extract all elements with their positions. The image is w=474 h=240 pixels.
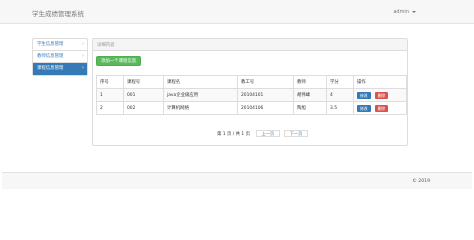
column-header: 教师 (293, 75, 327, 89)
column-header: 操作 (353, 75, 407, 89)
sidebar-item-course[interactable]: 课程信息管理 › (33, 63, 87, 75)
cell-credit: 3.5 (326, 101, 354, 115)
sidebar-item-label: 课程信息管理 (37, 66, 64, 71)
user-name: admin (393, 9, 409, 15)
cell-actions: 修改 删除 (353, 88, 407, 102)
prev-page-button[interactable]: 上一页 (255, 130, 281, 137)
cell-teacher-no: 20104106 (237, 101, 294, 115)
cell-actions: 修改 删除 (353, 101, 407, 115)
copyright-text: © 2019 (412, 179, 430, 184)
top-navbar: 学生成绩管理系统 admin (0, 0, 474, 24)
sidebar-item-label: 学生信息管理 (37, 42, 64, 47)
chevron-right-icon: › (82, 53, 84, 59)
column-header: 课程号 (123, 75, 164, 89)
next-page-button[interactable]: 下一页 (283, 130, 309, 137)
column-header: 课程名 (163, 75, 238, 89)
edit-button[interactable]: 修改 (357, 104, 371, 112)
caret-down-icon (412, 10, 416, 13)
user-menu[interactable]: admin (393, 9, 416, 15)
content-panel: 详细内容 添加一个课程信息 序号 课程号 课程名 教工号 教师 学分 操作 1 … (92, 38, 408, 146)
cell-course-no: 001 (123, 88, 164, 102)
footer: © 2019 (2, 172, 472, 189)
cell-course-name: 计算机网络 (163, 101, 238, 115)
column-header: 学分 (326, 75, 354, 89)
chevron-right-icon: › (82, 65, 84, 71)
sidebar-item-student[interactable]: 学生信息管理 › (33, 39, 87, 51)
cell-teacher: 陶旭 (293, 101, 327, 115)
table-header-row: 序号 课程号 课程名 教工号 教师 学分 操作 (96, 75, 407, 89)
cell-course-no: 002 (123, 101, 164, 115)
course-table: 序号 课程号 课程名 教工号 教师 学分 操作 1 001 java企业级应用 … (96, 75, 407, 115)
cell-teacher-no: 20104101 (237, 88, 294, 102)
delete-button[interactable]: 删除 (374, 91, 389, 99)
column-header: 序号 (96, 75, 124, 89)
panel-heading: 详细内容 (93, 39, 407, 51)
cell-index: 2 (96, 101, 124, 115)
sidebar-item-label: 教师信息管理 (37, 54, 64, 59)
delete-button[interactable]: 删除 (374, 104, 389, 112)
column-header: 教工号 (237, 75, 294, 89)
table-row: 2 002 计算机网络 20104106 陶旭 3.5 修改 删除 (96, 101, 407, 115)
app-brand[interactable]: 学生成绩管理系统 (32, 8, 84, 18)
cell-course-name: java企业级应用 (163, 88, 238, 102)
cell-teacher: 胡伟峰 (293, 88, 327, 102)
sidebar-item-teacher[interactable]: 教师信息管理 › (33, 51, 87, 63)
edit-button[interactable]: 修改 (357, 91, 371, 99)
cell-credit: 4 (326, 88, 354, 102)
add-course-button[interactable]: 添加一个课程信息 (96, 56, 142, 66)
page-info: 第 1 页 / 共 1 页 (217, 131, 251, 137)
chevron-right-icon: › (82, 41, 84, 47)
sidebar: 学生信息管理 › 教师信息管理 › 课程信息管理 › (32, 38, 88, 76)
cell-index: 1 (96, 88, 124, 102)
table-row: 1 001 java企业级应用 20104101 胡伟峰 4 修改 删除 (96, 88, 407, 102)
pagination: 第 1 页 / 共 1 页 上一页 下一页 (217, 130, 310, 138)
